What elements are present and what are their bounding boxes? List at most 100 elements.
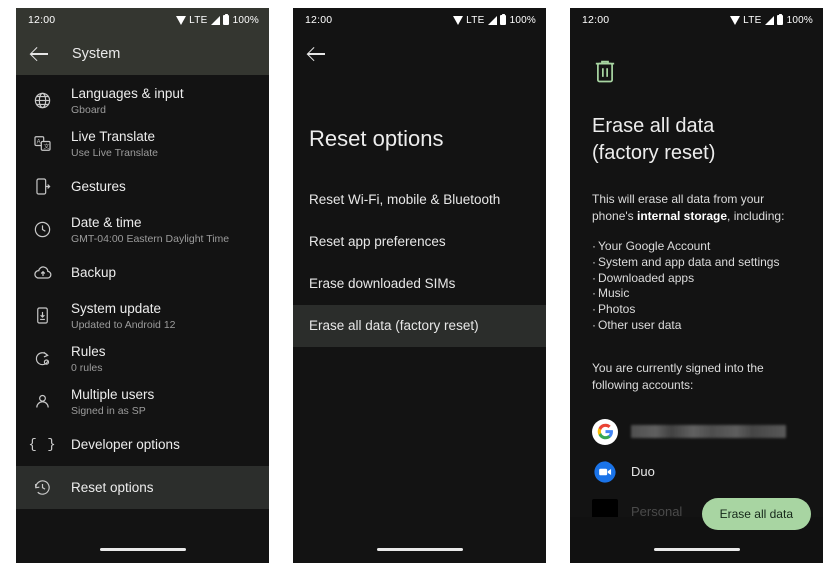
row-text: System update Updated to Android 12 [71, 300, 176, 332]
sidebar-item-label: System update [71, 300, 162, 316]
status-bar-indicators: LTE 100% [730, 13, 813, 26]
back-arrow-icon[interactable] [30, 44, 50, 64]
list-item: System and app data and settings [592, 255, 801, 271]
sidebar-item-system-update[interactable]: System update Updated to Android 12 [16, 294, 269, 337]
sidebar-item-reset-options[interactable]: Reset options [16, 466, 269, 509]
sidebar-item-developer-options[interactable]: { } Developer options [16, 423, 269, 466]
page-title: Erase all data (factory reset) [592, 113, 801, 167]
battery-percent-label: 100% [786, 14, 813, 26]
wifi-icon [730, 15, 741, 25]
sidebar-item-sublabel: 0 rules [71, 361, 103, 374]
braces-icon: { } [28, 436, 57, 453]
status-bar-time: 12:00 [305, 14, 333, 26]
wifi-icon [453, 15, 464, 25]
cloud-upload-icon [32, 262, 53, 283]
sidebar-item-label: Developer options [71, 437, 180, 452]
back-arrow-icon[interactable] [307, 44, 327, 64]
sidebar-item-multiple-users[interactable]: Multiple users Signed in as SP [16, 380, 269, 423]
navigation-bar [16, 517, 269, 563]
option-erase-all-data[interactable]: Erase all data (factory reset) [293, 305, 546, 347]
row-text: Reset options [71, 479, 154, 496]
option-erase-downloaded-sims[interactable]: Erase downloaded SIMs [293, 263, 546, 305]
sidebar-item-sublabel: Gboard [71, 103, 107, 116]
sidebar-item-label: Gestures [71, 179, 126, 194]
person-icon [32, 391, 53, 412]
status-bar: 12:00 LTE 100% [293, 8, 546, 32]
network-type-label: LTE [189, 14, 208, 26]
google-logo-icon [592, 418, 618, 445]
sidebar-item-languages-input[interactable]: Languages & input Gboard [16, 79, 269, 122]
sidebar-item-live-translate[interactable]: A 文 Live Translate Use Live Translate [16, 122, 269, 165]
description-suffix: , including: [727, 209, 785, 223]
navigation-bar [293, 517, 546, 563]
sidebar-item-label: Multiple users [71, 386, 155, 402]
sidebar-item-date-time[interactable]: Date & time GMT-04:00 Eastern Daylight T… [16, 208, 269, 251]
erase-content: Erase all data (factory reset) This will… [570, 58, 823, 532]
status-bar-indicators: LTE 100% [176, 13, 259, 26]
sidebar-item-backup[interactable]: Backup [16, 251, 269, 294]
row-text: Rules 0 rules [71, 343, 106, 375]
history-icon [32, 477, 53, 498]
battery-icon [499, 13, 506, 25]
screenshot-container: 12:00 LTE 100% System Languages & input … [0, 0, 835, 571]
description-bold: internal storage [637, 209, 728, 223]
status-bar: 12:00 LTE 100% [16, 8, 269, 32]
row-text: Multiple users Signed in as SP [71, 386, 154, 418]
sidebar-item-label: Rules [71, 343, 106, 359]
list-item [592, 412, 801, 452]
list-item: Your Google Account [592, 239, 801, 255]
row-text: Languages & input Gboard [71, 85, 184, 117]
heading-line-1: Erase all data [592, 115, 715, 137]
page-title: System [72, 45, 121, 62]
row-text: Backup [71, 264, 116, 281]
system-update-icon [32, 305, 53, 326]
signal-icon [210, 15, 220, 25]
status-bar-time: 12:00 [28, 14, 56, 26]
list-item: Music [592, 286, 801, 302]
rules-icon [32, 348, 53, 369]
network-type-label: LTE [466, 14, 485, 26]
gesture-nav-pill[interactable] [99, 548, 186, 551]
phone-panel-reset-options: 12:00 LTE 100% Reset options Reset Wi-Fi… [293, 8, 546, 563]
svg-text:A: A [37, 140, 41, 146]
erase-all-data-button[interactable]: Erase all data [701, 498, 811, 530]
redacted-email-value [631, 425, 786, 439]
list-item: Downloaded apps [592, 271, 801, 287]
sidebar-item-label: Languages & input [71, 85, 184, 101]
app-bar-reset [293, 32, 546, 75]
battery-percent-label: 100% [232, 14, 259, 26]
reset-options-list: Reset Wi-Fi, mobile & Bluetooth Reset ap… [293, 179, 546, 347]
app-bar-system: System [16, 32, 269, 75]
sidebar-item-sublabel: Updated to Android 12 [71, 318, 176, 331]
row-text: Developer options [71, 436, 180, 453]
trash-icon [592, 58, 801, 91]
battery-icon [222, 13, 229, 25]
clock-icon [32, 219, 53, 240]
sidebar-item-rules[interactable]: Rules 0 rules [16, 337, 269, 380]
sidebar-item-gestures[interactable]: Gestures [16, 165, 269, 208]
list-item: Other user data [592, 318, 801, 334]
battery-icon [776, 13, 783, 25]
row-text: Date & time GMT-04:00 Eastern Daylight T… [71, 214, 229, 246]
gesture-nav-pill[interactable] [653, 548, 740, 551]
gesture-nav-pill[interactable] [376, 548, 463, 551]
sidebar-item-label: Reset options [71, 480, 154, 495]
phone-panel-erase-all-data: 12:00 LTE 100% Erase all data (factory r… [570, 8, 823, 563]
battery-percent-label: 100% [509, 14, 536, 26]
duo-icon [592, 459, 618, 485]
gestures-icon [32, 176, 53, 197]
option-reset-app-preferences[interactable]: Reset app preferences [293, 221, 546, 263]
phone-panel-system: 12:00 LTE 100% System Languages & input … [16, 8, 269, 563]
signal-icon [764, 15, 774, 25]
status-bar-time: 12:00 [582, 14, 610, 26]
sidebar-item-sublabel: Signed in as SP [71, 404, 146, 417]
row-text: Live Translate Use Live Translate [71, 128, 158, 160]
sidebar-item-sublabel: Use Live Translate [71, 146, 158, 159]
status-bar: 12:00 LTE 100% [570, 8, 823, 32]
heading-line-2: (factory reset) [592, 142, 716, 164]
list-item: Duo [592, 452, 801, 492]
accounts-note: You are currently signed into the follow… [592, 360, 764, 392]
globe-icon [32, 90, 53, 111]
option-reset-network[interactable]: Reset Wi-Fi, mobile & Bluetooth [293, 179, 546, 221]
